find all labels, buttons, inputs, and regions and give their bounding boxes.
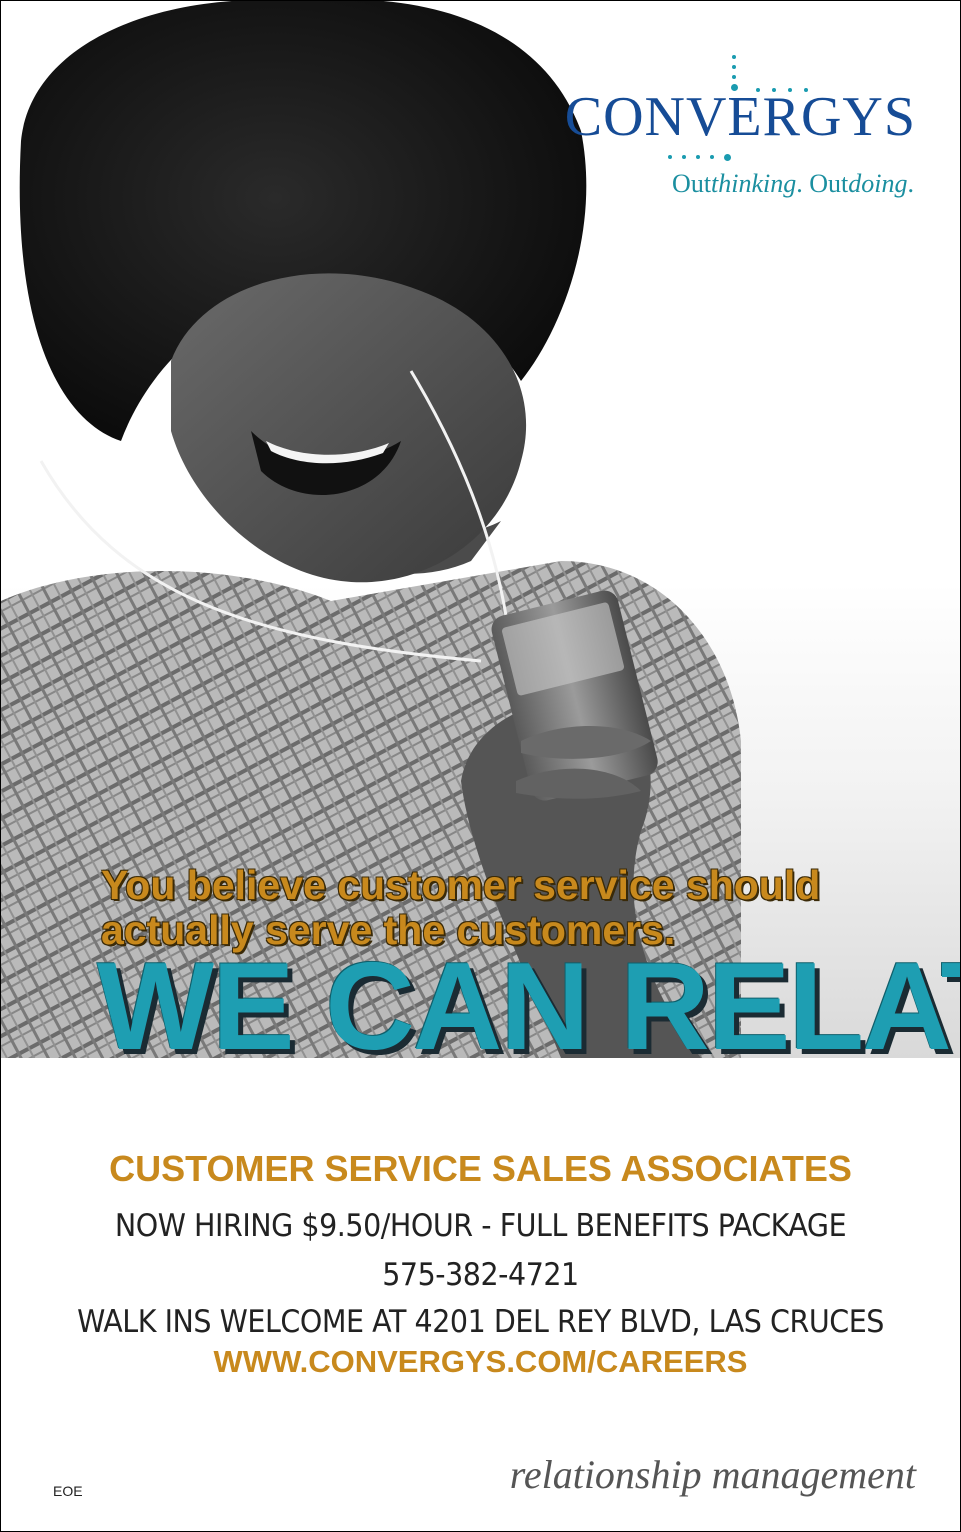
tagline-line-1: You believe customer service should bbox=[101, 862, 821, 908]
job-ad-page: CONVERGYS Outthinking. Outdoing. You bel… bbox=[0, 0, 961, 1532]
job-title: CUSTOMER SERVICE SALES ASSOCIATES bbox=[109, 1148, 852, 1189]
phone-number: 575-382-4721 bbox=[382, 1257, 579, 1293]
hero-photo: CONVERGYS Outthinking. Outdoing. You bel… bbox=[1, 1, 960, 1058]
logo-tagline: Outthinking. Outdoing. bbox=[672, 169, 914, 198]
logo-wordmark: CONVERGYS bbox=[564, 86, 916, 148]
convergys-logo: CONVERGYS Outthinking. Outdoing. bbox=[565, 51, 916, 211]
eoe-note: EOE bbox=[53, 1483, 83, 1499]
ad-headline: WE CAN RELATE. bbox=[97, 938, 960, 1058]
walk-in-address: WALK INS WELCOME AT 4201 DEL REY BLVD, L… bbox=[77, 1304, 884, 1340]
careers-url: WWW.CONVERGYS.COM/CAREERS bbox=[213, 1344, 748, 1379]
relationship-management-tagline: relationship management bbox=[509, 1452, 916, 1497]
hiring-details: NOW HIRING $9.50/HOUR - FULL BENEFITS PA… bbox=[114, 1208, 847, 1244]
